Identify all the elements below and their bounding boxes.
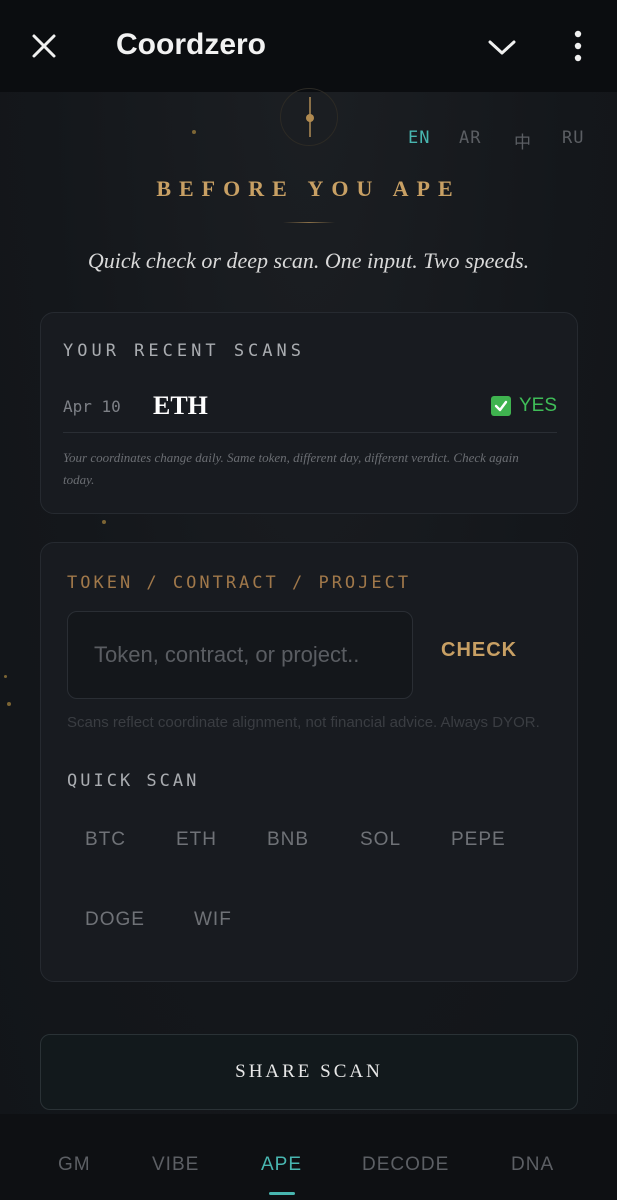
sparkle-dot — [4, 675, 7, 678]
nav-tab-ape[interactable]: APE — [261, 1154, 302, 1176]
close-icon[interactable] — [30, 32, 58, 60]
check-box-icon — [490, 396, 511, 416]
chevron-down-icon[interactable] — [486, 36, 518, 58]
sparkle-dot — [7, 702, 11, 706]
recent-scans-heading: YOUR RECENT SCANS — [63, 341, 305, 361]
scan-token: ETH — [153, 391, 208, 420]
screen: Coordzero EN AR 中 RU BEFORE YOU APE Quic… — [0, 0, 617, 1200]
quick-scan-chip-btc[interactable]: BTC — [85, 829, 126, 851]
page-title: BEFORE YOU APE — [156, 176, 461, 201]
verdict-label: YES — [518, 395, 557, 416]
quick-scan-chip-pepe[interactable]: PEPE — [451, 829, 506, 851]
lang-ar[interactable]: AR — [459, 128, 481, 148]
quick-scan-chip-bnb[interactable]: BNB — [267, 829, 309, 851]
token-input[interactable] — [67, 611, 413, 699]
bottom-nav: GM VIBE APE DECODE DNA — [0, 1114, 617, 1200]
more-vert-icon[interactable] — [568, 28, 588, 64]
app-title: Coordzero — [116, 28, 266, 61]
app-bar: Coordzero — [0, 0, 617, 92]
language-switcher: EN AR 中 RU — [0, 128, 617, 153]
nav-tab-dna[interactable]: DNA — [511, 1154, 554, 1176]
scanner-card: TOKEN / CONTRACT / PROJECT CHECK Scans r… — [40, 542, 578, 982]
lang-zh[interactable]: 中 — [514, 128, 532, 153]
quick-scan-chip-wif[interactable]: WIF — [194, 909, 232, 931]
sparkle-dot — [102, 520, 106, 524]
title-divider — [283, 222, 335, 223]
check-button[interactable]: CHECK — [441, 639, 517, 662]
quick-scan-chip-eth[interactable]: ETH — [176, 829, 217, 851]
scan-disclaimer: Scans reflect coordinate alignment, not … — [67, 714, 540, 731]
lang-en[interactable]: EN — [408, 128, 430, 148]
lang-ru[interactable]: RU — [562, 128, 584, 148]
scan-date: Apr 10 — [63, 397, 121, 416]
share-scan-button[interactable]: SHARE SCAN — [40, 1034, 578, 1110]
recent-scan-row[interactable]: Apr 10 ETH YES — [63, 391, 557, 433]
scan-verdict: YES — [490, 395, 557, 417]
nav-tab-gm[interactable]: GM — [58, 1154, 91, 1176]
active-tab-indicator — [269, 1192, 295, 1195]
token-field-label: TOKEN / CONTRACT / PROJECT — [67, 573, 412, 593]
nav-tab-vibe[interactable]: VIBE — [152, 1154, 199, 1176]
nav-tab-decode[interactable]: DECODE — [362, 1154, 449, 1176]
quick-scan-chip-sol[interactable]: SOL — [360, 829, 401, 851]
recent-scans-card: YOUR RECENT SCANS Apr 10 ETH YES Your co… — [40, 312, 578, 514]
recent-scans-note: Your coordinates change daily. Same toke… — [63, 450, 519, 487]
quick-scan-chip-doge[interactable]: DOGE — [85, 909, 145, 931]
page-subtitle: Quick check or deep scan. One input. Two… — [87, 248, 530, 273]
quick-scan-label: QUICK SCAN — [67, 771, 200, 791]
